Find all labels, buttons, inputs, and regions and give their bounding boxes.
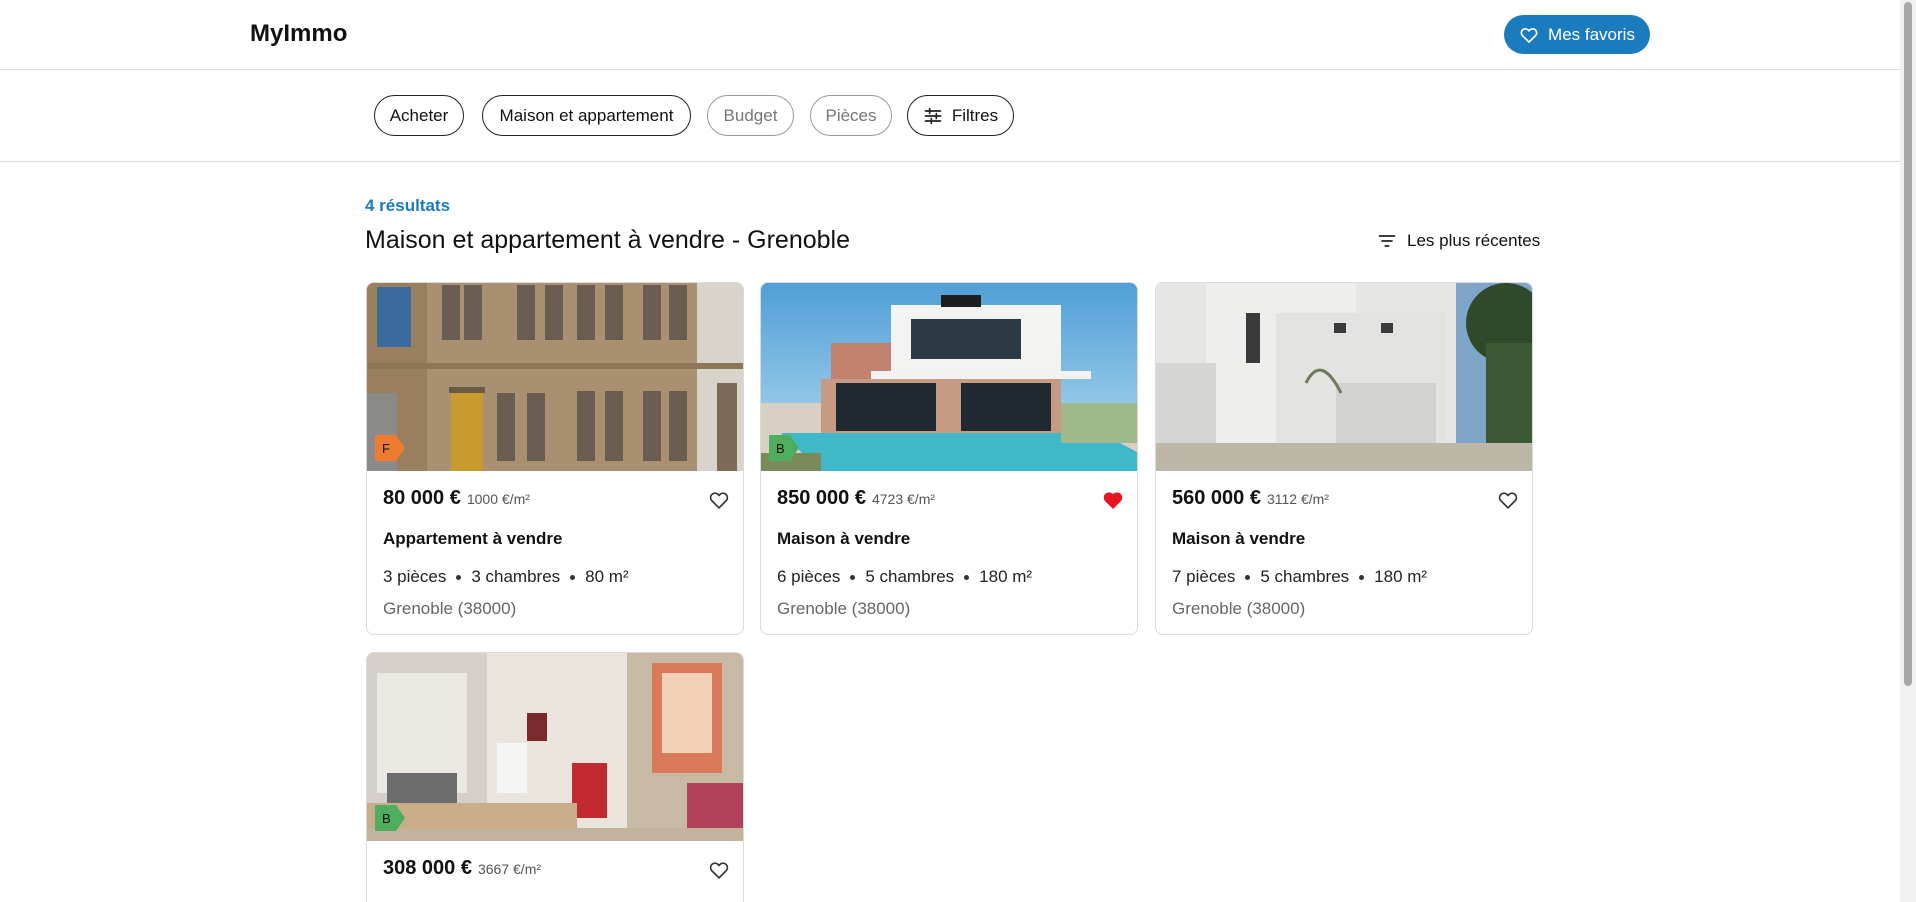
price-per-m2: 1000 €/m²: [466, 491, 530, 507]
price-per-m2: 3112 €/m²: [1266, 491, 1329, 507]
listing-card[interactable]: B 308 000 € 3667 €/m² Appartement à vend…: [366, 652, 744, 902]
listing-area: 180 m²: [979, 567, 1033, 586]
page-title: Maison et appartement à vendre - Grenobl…: [365, 226, 850, 254]
favorites-label: Mes favoris: [1548, 24, 1635, 44]
listing-price: 308 000 €: [383, 857, 472, 879]
listing-card[interactable]: F 80 000 € 1000 €/m² Appartement à vendr…: [366, 282, 744, 635]
listing-area: 180 m²: [1374, 567, 1428, 586]
listing-specs: 3 pièces 3 chambres 80 m²: [383, 567, 629, 587]
filter-property-type[interactable]: Maison et appartement: [482, 95, 691, 136]
separator-dot: [570, 574, 576, 580]
separator-dot: [850, 574, 856, 580]
heart-outline-icon: [1520, 27, 1538, 43]
listing-photo: [761, 283, 1137, 471]
listing-photo: [1156, 283, 1532, 471]
price-row: 308 000 € 3667 €/m²: [383, 857, 541, 880]
sort-icon: [1378, 235, 1396, 247]
listing-bedrooms: 5 chambres: [1260, 567, 1350, 586]
filter-acheter[interactable]: Acheter: [374, 95, 464, 136]
listing-location: Grenoble (38000): [1172, 599, 1306, 618]
listing-location: Grenoble (38000): [383, 599, 517, 618]
favorites-button[interactable]: Mes favoris: [1504, 15, 1650, 54]
filter-rooms[interactable]: Pièces: [810, 95, 892, 136]
filter-bar: Acheter Maison et appartement Budget Piè…: [0, 70, 1900, 162]
sort-button[interactable]: Les plus récentes: [1377, 231, 1540, 251]
filter-more-label: Filtres: [951, 105, 999, 125]
listing-photo: [367, 283, 743, 471]
listing-type: Maison à vendre: [777, 529, 911, 548]
listing-rooms: 6 pièces: [777, 567, 841, 586]
listing-rooms: 3 pièces: [383, 567, 447, 586]
separator-dot: [1359, 574, 1365, 580]
listing-price: 80 000 €: [383, 487, 461, 509]
listing-price: 560 000 €: [1172, 487, 1261, 509]
price-per-m2: 4723 €/m²: [871, 491, 936, 507]
listing-specs: 7 pièces 5 chambres 180 m²: [1172, 567, 1427, 587]
top-header: MyImmo Mes favoris: [0, 0, 1900, 70]
listing-type: Maison à vendre: [1172, 529, 1306, 548]
sliders-icon: [924, 107, 942, 124]
sort-label: Les plus récentes: [1407, 231, 1541, 250]
separator-dot: [964, 574, 970, 580]
filter-more-button[interactable]: Filtres: [907, 95, 1014, 136]
favorite-heart-filled-icon[interactable]: [1102, 489, 1124, 511]
scrollbar-thumb[interactable]: [1904, 2, 1912, 686]
listing-card[interactable]: B 850 000 € 4723 €/m² Maison à vendre 6 …: [760, 282, 1138, 635]
listing-card[interactable]: 560 000 € 3112 €/m² Maison à vendre 7 pi…: [1155, 282, 1533, 635]
results-count: 4 résultats: [365, 196, 451, 215]
listing-bedrooms: 3 chambres: [471, 567, 561, 586]
favorite-heart-icon[interactable]: [1497, 489, 1519, 511]
page-scrollbar[interactable]: [1900, 0, 1916, 902]
price-row: 560 000 € 3112 €/m²: [1172, 487, 1329, 510]
listing-bedrooms: 5 chambres: [865, 567, 955, 586]
price-row: 80 000 € 1000 €/m²: [383, 487, 530, 510]
separator-dot: [456, 574, 462, 580]
listing-area: 80 m²: [585, 567, 629, 586]
listing-photo: [367, 653, 743, 841]
listing-type: Appartement à vendre: [383, 529, 563, 548]
separator-dot: [1245, 574, 1251, 580]
listing-rooms: 7 pièces: [1172, 567, 1236, 586]
listing-price: 850 000 €: [777, 487, 866, 509]
logo[interactable]: MyImmo: [250, 20, 347, 48]
listing-location: Grenoble (38000): [777, 599, 911, 618]
listing-specs: 6 pièces 5 chambres 180 m²: [777, 567, 1032, 587]
price-row: 850 000 € 4723 €/m²: [777, 487, 935, 510]
filter-budget[interactable]: Budget: [707, 95, 794, 136]
price-per-m2: 3667 €/m²: [477, 861, 542, 877]
favorite-heart-icon[interactable]: [708, 489, 730, 511]
favorite-heart-icon[interactable]: [708, 859, 730, 881]
